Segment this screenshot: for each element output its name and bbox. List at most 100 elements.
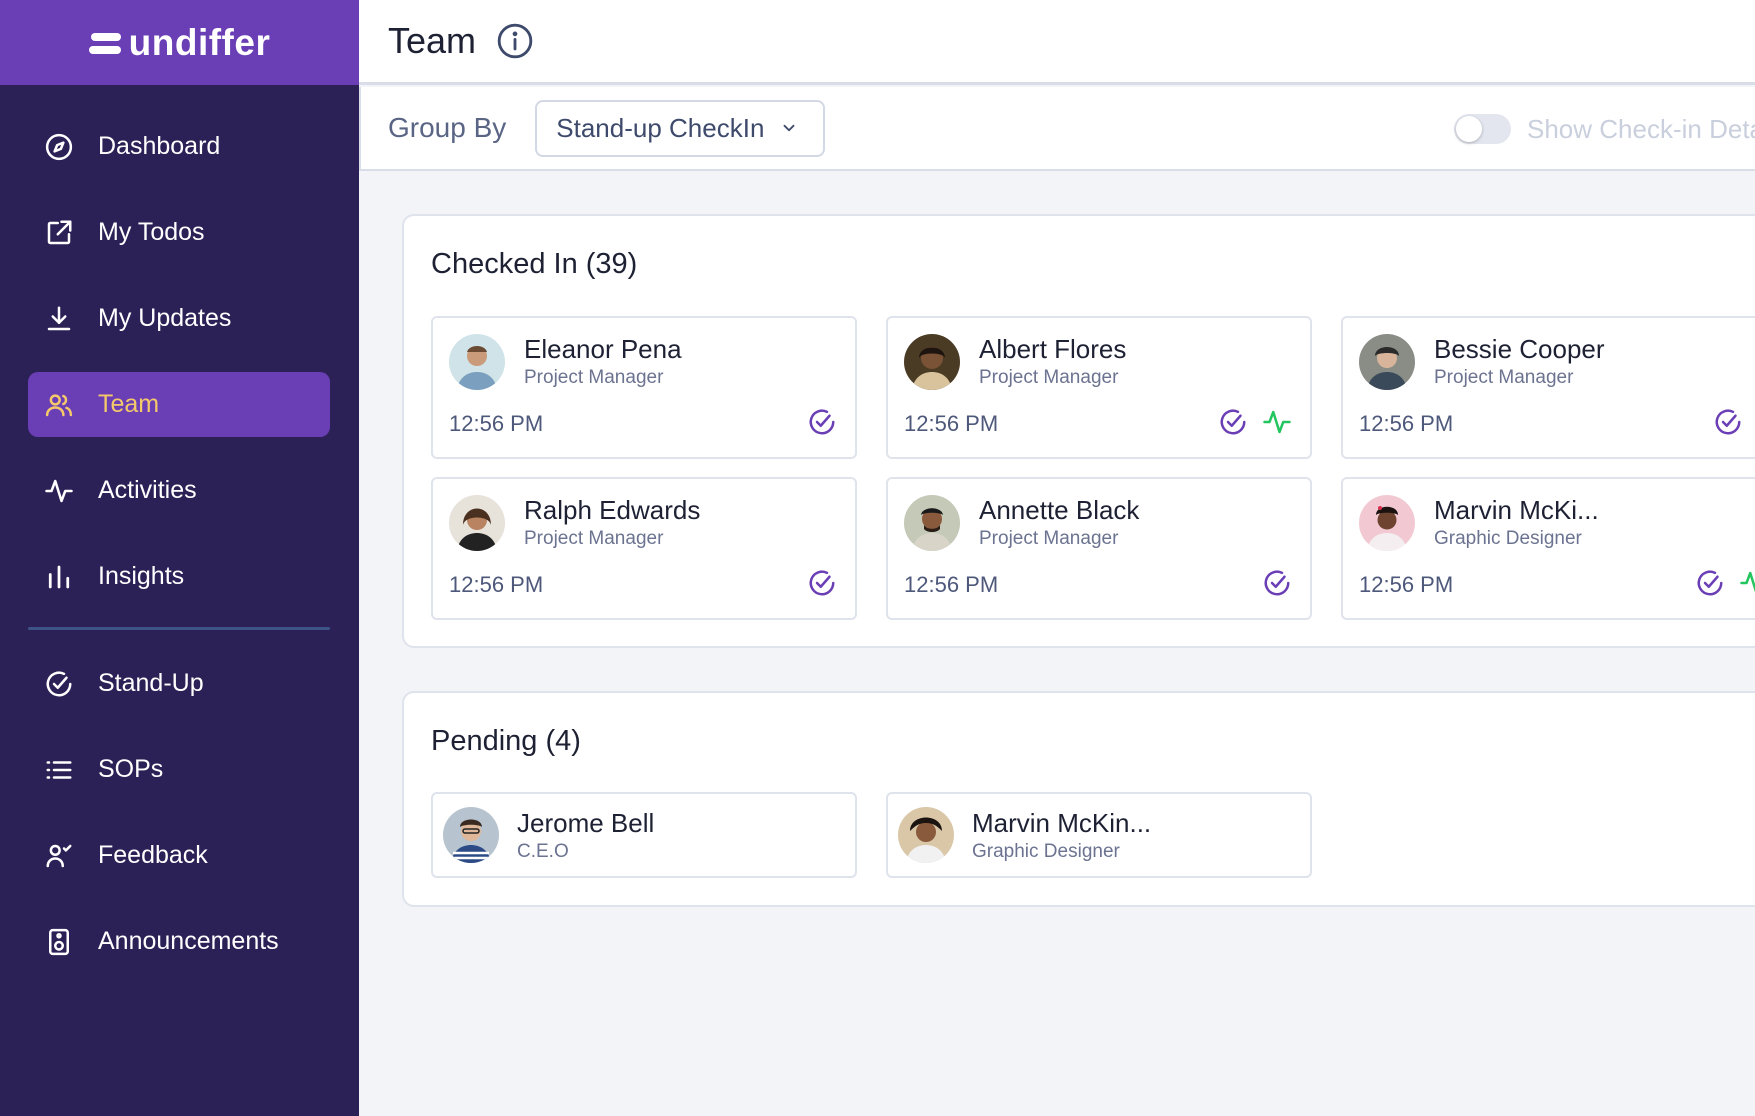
sidebar-item-my-todos[interactable]: My Todos bbox=[28, 200, 330, 265]
sidebar-item-label: My Todos bbox=[98, 218, 205, 246]
sidebar-item-my-updates[interactable]: My Updates bbox=[28, 286, 330, 351]
list-icon bbox=[44, 755, 74, 785]
compass-icon bbox=[44, 132, 74, 162]
sidebar-item-team[interactable]: Team bbox=[28, 372, 330, 437]
member-name: Jerome Bell bbox=[517, 808, 655, 838]
member-role: Graphic Designer bbox=[972, 841, 1120, 862]
brand-name: undiffer bbox=[128, 21, 271, 63]
sidebar-item-label: Activities bbox=[98, 476, 197, 504]
check-in-time: 12:56 PM bbox=[1359, 572, 1454, 597]
member-name: Annette Black bbox=[979, 495, 1140, 525]
member-card[interactable]: Bessie Cooper Project Manager 12:56 PM bbox=[1341, 316, 1755, 459]
chevron-down-icon bbox=[780, 113, 798, 144]
check-circle-icon bbox=[1697, 570, 1723, 596]
checked-in-section: Checked In (39) Eleanor Pena Project Man… bbox=[402, 214, 1755, 648]
sidebar-item-label: Insights bbox=[98, 562, 185, 590]
member-card[interactable]: Albert Flores Project Manager 12:56 PM bbox=[886, 316, 1312, 459]
check-circle-icon bbox=[809, 409, 835, 435]
activity-icon bbox=[1740, 571, 1755, 593]
avatar bbox=[904, 495, 960, 551]
sidebar-item-sops[interactable]: SOPs bbox=[28, 737, 330, 802]
users-icon bbox=[44, 390, 74, 420]
sidebar-item-insights[interactable]: Insights bbox=[28, 544, 330, 609]
check-circle-icon bbox=[809, 570, 835, 596]
sidebar-item-label: Announcements bbox=[98, 927, 279, 955]
sidebar-item-label: Stand-Up bbox=[98, 669, 204, 697]
member-name: Eleanor Pena bbox=[524, 334, 682, 364]
member-card[interactable]: Marvin McKi... Graphic Designer 12:56 PM bbox=[1341, 477, 1755, 620]
member-role: Project Manager bbox=[524, 367, 664, 388]
member-name: Marvin McKin... bbox=[972, 808, 1152, 838]
sidebar-item-label: Dashboard bbox=[98, 132, 221, 160]
card-status-icons bbox=[1695, 568, 1755, 598]
check-circle-icon bbox=[44, 669, 74, 699]
sidebar-item-label: Team bbox=[98, 390, 160, 418]
speaker-icon bbox=[44, 927, 74, 957]
check-in-time: 12:56 PM bbox=[1359, 411, 1454, 436]
bar-chart-icon bbox=[44, 562, 74, 592]
page-header: Team bbox=[359, 0, 1755, 85]
info-icon[interactable] bbox=[496, 22, 534, 60]
sidebar-item-label: Feedback bbox=[98, 841, 208, 869]
member-name: Bessie Cooper bbox=[1434, 334, 1605, 364]
group-by-label: Group By bbox=[388, 112, 507, 143]
member-role: Project Manager bbox=[1434, 367, 1574, 388]
card-status-icons bbox=[1713, 407, 1743, 437]
sidebar-item-activities[interactable]: Activities bbox=[28, 458, 330, 523]
card-status-icons bbox=[1262, 568, 1292, 598]
check-in-details-toggle[interactable] bbox=[1454, 114, 1511, 144]
card-status-icons bbox=[807, 407, 837, 437]
sidebar-item-label: My Updates bbox=[98, 304, 232, 332]
brand-logo[interactable]: undiffer bbox=[0, 0, 359, 85]
check-in-time: 12:56 PM bbox=[904, 572, 999, 597]
member-card[interactable]: Jerome Bell C.E.O bbox=[431, 792, 857, 878]
avatar bbox=[449, 495, 505, 551]
check-in-details-toggle-group: Show Check-in Details bbox=[1454, 87, 1755, 171]
card-status-icons bbox=[807, 568, 837, 598]
avatar bbox=[443, 807, 499, 863]
sidebar-item-label: SOPs bbox=[98, 755, 164, 783]
member-card[interactable]: Ralph Edwards Project Manager 12:56 PM bbox=[431, 477, 857, 620]
logo-mark-icon bbox=[88, 33, 121, 54]
toolbar: Group By Stand-up CheckIn Show Check-in … bbox=[359, 87, 1755, 171]
avatar bbox=[449, 334, 505, 390]
page-title: Team bbox=[388, 20, 477, 61]
member-name: Albert Flores bbox=[979, 334, 1127, 364]
toggle-label: Show Check-in Details bbox=[1527, 113, 1755, 144]
card-status-icons bbox=[1218, 407, 1292, 437]
toggle-knob bbox=[1456, 116, 1482, 142]
member-role: C.E.O bbox=[517, 841, 569, 862]
member-card[interactable]: Annette Black Project Manager 12:56 PM bbox=[886, 477, 1312, 620]
sidebar: undiffer Dashboard My Todos My Updates T… bbox=[0, 0, 359, 1116]
member-name: Ralph Edwards bbox=[524, 495, 701, 525]
avatar bbox=[1359, 495, 1415, 551]
check-in-time: 12:56 PM bbox=[449, 572, 544, 597]
download-icon bbox=[44, 304, 74, 334]
avatar bbox=[904, 334, 960, 390]
avatar bbox=[1359, 334, 1415, 390]
activity-icon bbox=[1263, 410, 1291, 434]
member-role: Project Manager bbox=[979, 367, 1119, 388]
member-card[interactable]: Marvin McKin... Graphic Designer bbox=[886, 792, 1312, 878]
pending-section: Pending (4) Jerome Bell C.E.O Marvin McK… bbox=[402, 691, 1755, 907]
check-circle-icon bbox=[1715, 409, 1741, 435]
sidebar-item-announcements[interactable]: Announcements bbox=[28, 909, 330, 974]
member-role: Graphic Designer bbox=[1434, 528, 1582, 549]
member-role: Project Manager bbox=[524, 528, 664, 549]
sidebar-item-stand-up[interactable]: Stand-Up bbox=[28, 651, 330, 716]
activity-icon bbox=[44, 476, 74, 506]
group-by-select[interactable]: Stand-up CheckIn bbox=[535, 99, 826, 157]
check-circle-icon bbox=[1220, 409, 1246, 435]
check-in-time: 12:56 PM bbox=[449, 411, 544, 436]
sidebar-divider bbox=[28, 627, 330, 630]
external-link-icon bbox=[44, 218, 74, 248]
sidebar-item-dashboard[interactable]: Dashboard bbox=[28, 114, 330, 179]
member-card[interactable]: Eleanor Pena Project Manager 12:56 PM bbox=[431, 316, 857, 459]
user-feedback-icon bbox=[44, 841, 74, 871]
sidebar-item-feedback[interactable]: Feedback bbox=[28, 823, 330, 888]
member-role: Project Manager bbox=[979, 528, 1119, 549]
group-by-value: Stand-up CheckIn bbox=[556, 112, 765, 143]
section-title: Pending (4) bbox=[431, 725, 581, 757]
check-circle-icon bbox=[1264, 570, 1290, 596]
avatar bbox=[898, 807, 954, 863]
